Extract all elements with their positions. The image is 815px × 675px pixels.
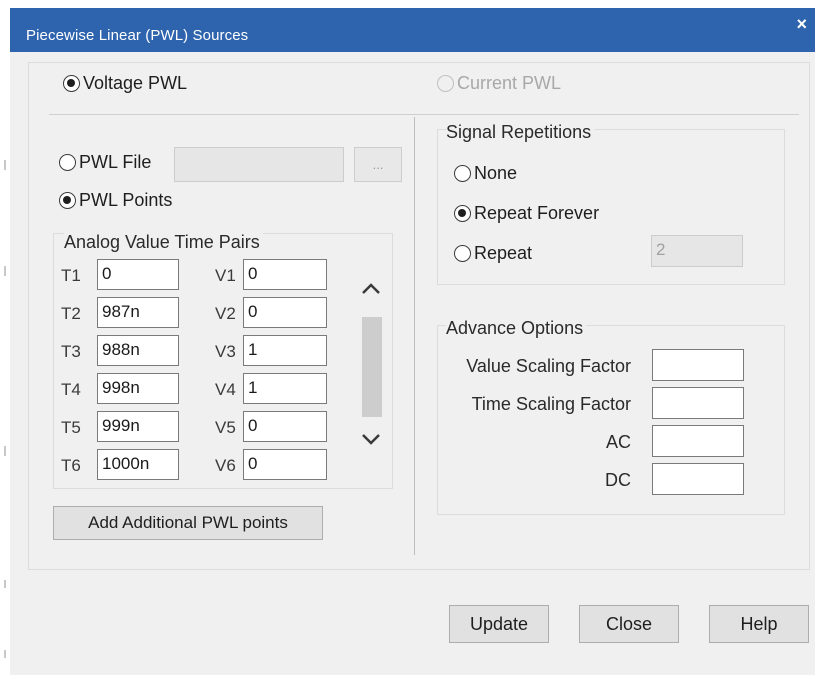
radio-selected-icon: [59, 192, 76, 209]
value-label: V3: [215, 342, 236, 361]
radio-unselected-icon: [454, 165, 471, 182]
scroll-down-icon[interactable]: [360, 431, 382, 447]
current-pwl-radio[interactable]: Current PWL: [437, 73, 561, 94]
main-panel: Voltage PWL Current PWL PWL File ... PWL…: [28, 62, 810, 570]
update-button[interactable]: Update: [449, 605, 549, 643]
value-input[interactable]: 1: [243, 335, 327, 366]
dc-input[interactable]: [652, 463, 744, 495]
repeat-forever-label: Repeat Forever: [474, 203, 600, 223]
value-label: V2: [215, 304, 236, 323]
window-title: Piecewise Linear (PWL) Sources: [26, 27, 249, 44]
repeat-count-input[interactable]: 2: [651, 235, 743, 267]
voltage-pwl-label: Voltage PWL: [83, 73, 188, 93]
value-input[interactable]: 0: [243, 449, 327, 480]
value-label: V6: [215, 456, 236, 475]
value-input[interactable]: 0: [243, 259, 327, 290]
analog-pairs-group-label: Analog Value Time Pairs: [64, 232, 263, 253]
radio-selected-icon: [454, 205, 471, 222]
time-scaling-label: Time Scaling Factor: [471, 394, 631, 414]
repeat-none-radio[interactable]: None: [454, 163, 517, 184]
column-divider: [414, 117, 415, 555]
close-button[interactable]: Close: [579, 605, 679, 643]
time-input[interactable]: 988n: [97, 335, 179, 366]
repeat-none-label: None: [474, 163, 518, 183]
add-pwl-points-button[interactable]: Add Additional PWL points: [53, 506, 323, 540]
value-scaling-label: Value Scaling Factor: [466, 356, 631, 376]
time-label: T4: [61, 380, 81, 399]
value-label: V4: [215, 380, 236, 399]
repeat-count-radio[interactable]: Repeat: [454, 243, 532, 264]
radio-unselected-icon: [454, 245, 471, 262]
dc-label: DC: [605, 470, 631, 490]
value-scaling-input[interactable]: [652, 349, 744, 381]
time-input[interactable]: 0: [97, 259, 179, 290]
time-scaling-input[interactable]: [652, 387, 744, 419]
value-label: V5: [215, 418, 236, 437]
title-bar: Piecewise Linear (PWL) Sources ×: [10, 8, 815, 52]
dialog-body: Voltage PWL Current PWL PWL File ... PWL…: [10, 52, 815, 675]
pwl-points-label: PWL Points: [79, 190, 173, 210]
pwl-file-radio[interactable]: PWL File: [59, 152, 151, 173]
current-pwl-label: Current PWL: [457, 73, 562, 93]
advance-options-label: Advance Options: [446, 318, 587, 339]
value-input[interactable]: 0: [243, 411, 327, 442]
browse-button[interactable]: ...: [354, 147, 402, 182]
value-input[interactable]: 1: [243, 373, 327, 404]
scroll-up-icon[interactable]: [360, 281, 382, 297]
radio-unselected-icon: [437, 75, 454, 92]
value-label: V1: [215, 266, 236, 285]
pwl-file-label: PWL File: [79, 152, 152, 172]
time-label: T3: [61, 342, 81, 361]
pwl-dialog: Piecewise Linear (PWL) Sources × Voltage…: [0, 0, 815, 675]
scrollbar-thumb[interactable]: [362, 317, 382, 417]
ac-label: AC: [605, 432, 631, 452]
repeat-count-label: Repeat: [474, 243, 533, 263]
value-input[interactable]: 0: [243, 297, 327, 328]
time-input[interactable]: 999n: [97, 411, 179, 442]
separator-line: [49, 114, 799, 115]
time-label: T6: [61, 456, 81, 475]
time-label: T1: [61, 266, 81, 285]
help-button[interactable]: Help: [709, 605, 809, 643]
ac-input[interactable]: [652, 425, 744, 457]
radio-selected-icon: [63, 75, 80, 92]
radio-unselected-icon: [59, 154, 76, 171]
time-input[interactable]: 1000n: [97, 449, 179, 480]
time-label: T2: [61, 304, 81, 323]
pwl-points-radio[interactable]: PWL Points: [59, 190, 172, 211]
voltage-pwl-radio[interactable]: Voltage PWL: [63, 73, 187, 94]
pwl-file-input[interactable]: [174, 147, 344, 182]
time-input[interactable]: 987n: [97, 297, 179, 328]
time-label: T5: [61, 418, 81, 437]
signal-repetitions-label: Signal Repetitions: [446, 122, 595, 143]
repeat-forever-radio[interactable]: Repeat Forever: [454, 203, 599, 224]
close-icon[interactable]: ×: [796, 14, 807, 35]
time-input[interactable]: 998n: [97, 373, 179, 404]
window-left-edge: [0, 0, 10, 675]
